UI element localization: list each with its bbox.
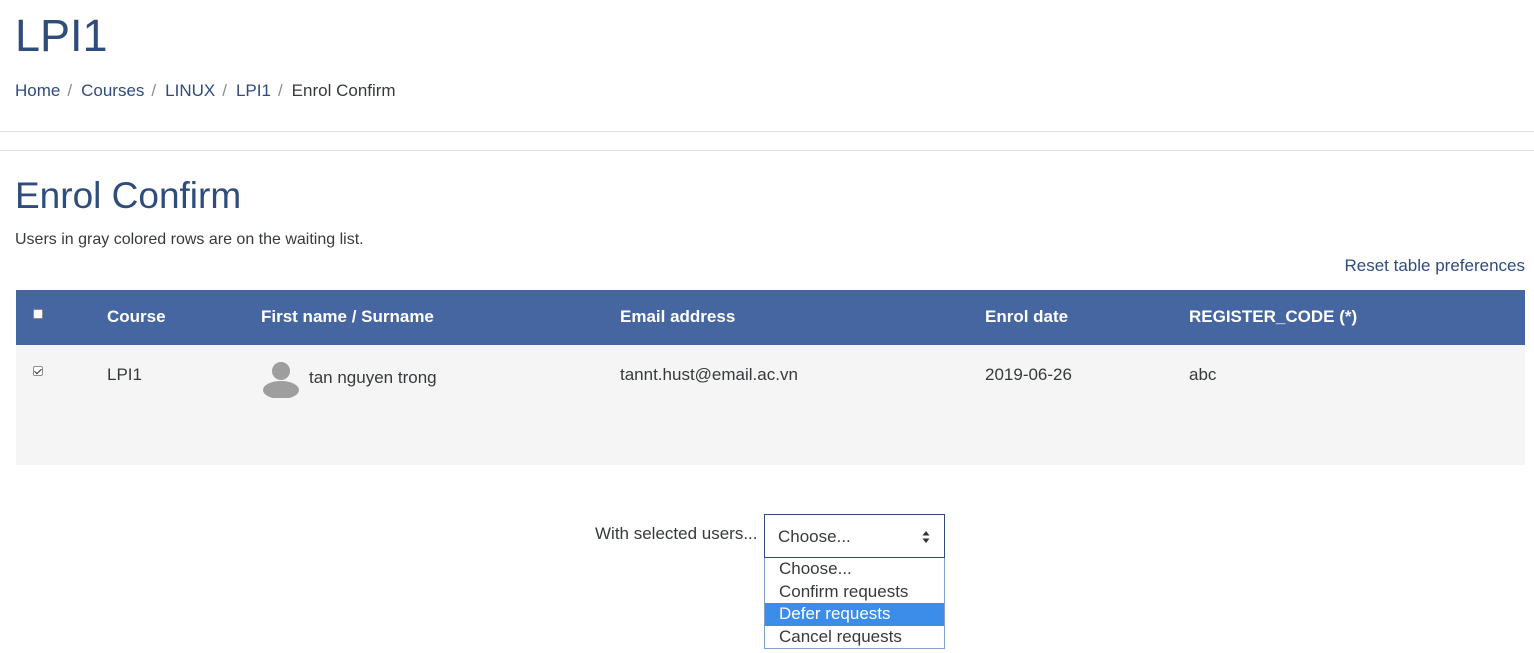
row-course: LPI1: [107, 365, 142, 384]
row-enrol-date: 2019-06-26: [985, 365, 1072, 384]
bulk-action-selected-value: Choose...: [778, 527, 851, 546]
up-down-chevron-icon: [922, 531, 930, 543]
user-avatar-icon: [263, 362, 299, 398]
header-divider: [0, 131, 1534, 132]
breadcrumb: Home / Courses / LINUX / LPI1 / Enrol Co…: [15, 80, 396, 102]
breadcrumb-current: Enrol Confirm: [291, 81, 396, 100]
option-confirm-requests[interactable]: Confirm requests: [765, 581, 944, 604]
breadcrumb-courses[interactable]: Courses: [81, 80, 144, 102]
select-all-checkbox[interactable]: [33, 309, 43, 319]
reset-table-preferences-link[interactable]: Reset table preferences: [1345, 256, 1526, 276]
option-cancel-requests[interactable]: Cancel requests: [765, 626, 944, 649]
row-register-code: abc: [1189, 365, 1217, 384]
column-header-name[interactable]: First name / Surname: [261, 307, 434, 327]
page-heading: Enrol Confirm: [15, 175, 242, 216]
column-header-course[interactable]: Course: [107, 307, 166, 327]
breadcrumb-separator: /: [222, 81, 227, 100]
bulk-action-select[interactable]: Choose...: [764, 514, 945, 558]
breadcrumb-linux[interactable]: LINUX: [165, 80, 215, 102]
course-title: LPI1: [15, 10, 108, 61]
row-user-name[interactable]: tan nguyen trong: [309, 368, 437, 388]
option-choose[interactable]: Choose...: [765, 558, 944, 581]
bulk-action-label: With selected users...: [595, 524, 758, 543]
breadcrumb-separator: /: [67, 81, 73, 100]
table-row: LPI1 tan nguyen trong tannt.hust@email.a…: [16, 345, 1525, 465]
column-header-register-code[interactable]: REGISTER_CODE (*): [1189, 307, 1357, 327]
column-header-email[interactable]: Email address: [620, 307, 735, 327]
table-header-row: Course First name / Surname Email addres…: [16, 290, 1525, 345]
row-select-checkbox[interactable]: [33, 366, 43, 376]
row-email: tannt.hust@email.ac.vn: [620, 365, 798, 384]
breadcrumb-separator: /: [151, 81, 157, 100]
column-header-enrol-date[interactable]: Enrol date: [985, 307, 1068, 327]
content-divider: [0, 150, 1534, 151]
bulk-action-options-list: Choose... Confirm requests Defer request…: [764, 558, 945, 649]
breadcrumb-lpi1[interactable]: LPI1: [236, 80, 271, 102]
breadcrumb-separator: /: [277, 81, 283, 100]
waiting-list-note: Users in gray colored rows are on the wa…: [15, 231, 364, 248]
breadcrumb-home[interactable]: Home: [15, 80, 60, 102]
option-defer-requests[interactable]: Defer requests: [765, 603, 944, 626]
enrol-requests-table: Course First name / Surname Email addres…: [16, 290, 1525, 465]
